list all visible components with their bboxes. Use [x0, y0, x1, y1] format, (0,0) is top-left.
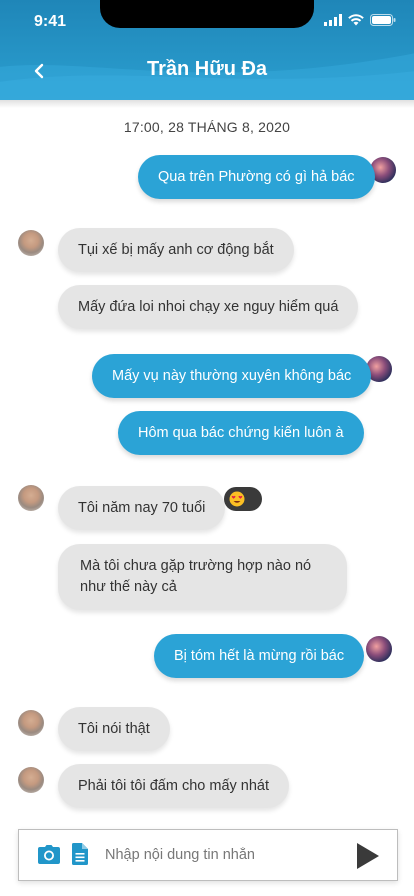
date-separator: 17:00, 28 THÁNG 8, 2020: [123, 119, 291, 135]
message-outgoing[interactable]: Qua trên Phường có gì hả bác: [138, 155, 375, 199]
signal-icon: [324, 14, 342, 26]
message-incoming[interactable]: Mấy đứa loi nhoi chạy xe nguy hiểm quá: [58, 285, 359, 329]
contact-avatar: [18, 767, 44, 793]
wifi-icon: [348, 14, 364, 26]
my-avatar: [366, 636, 392, 662]
device-notch: [100, 0, 314, 28]
message-composer: [18, 829, 398, 881]
status-icons: [324, 14, 396, 26]
message-input[interactable]: [105, 842, 345, 868]
contact-avatar: [18, 710, 44, 736]
contact-name: Trần Hữu Đa: [146, 58, 268, 80]
status-time: 9:41: [34, 13, 67, 30]
contact-avatar: [18, 230, 44, 256]
message-reaction[interactable]: [224, 487, 262, 511]
document-icon[interactable]: [72, 843, 88, 865]
battery-icon: [370, 14, 396, 26]
message-outgoing[interactable]: Bị tóm hết là mừng rồi bác: [154, 634, 365, 678]
heart-eyes-emoji-icon: [229, 491, 245, 507]
message-incoming[interactable]: Mà tôi chưa gặp trường hợp nào nó như th…: [58, 544, 347, 610]
message-incoming[interactable]: Tôi nói thật: [58, 707, 170, 751]
message-incoming[interactable]: Tôi năm nay 70 tuổi: [58, 486, 226, 530]
contact-avatar: [18, 485, 44, 511]
send-icon[interactable]: [353, 842, 383, 870]
camera-icon[interactable]: [38, 845, 60, 864]
header-shadow: [0, 100, 414, 108]
message-outgoing[interactable]: Mấy vụ này thường xuyên không bác: [92, 354, 372, 398]
chat-header: 9:41 Trần Hữu Đa: [0, 0, 414, 100]
message-incoming[interactable]: Tụi xế bị mấy anh cơ động bắt: [58, 228, 294, 272]
message-outgoing[interactable]: Hôm qua bác chứng kiến luôn à: [118, 411, 364, 455]
message-incoming[interactable]: Phải tôi tôi đấm cho mấy nhát: [58, 764, 290, 808]
